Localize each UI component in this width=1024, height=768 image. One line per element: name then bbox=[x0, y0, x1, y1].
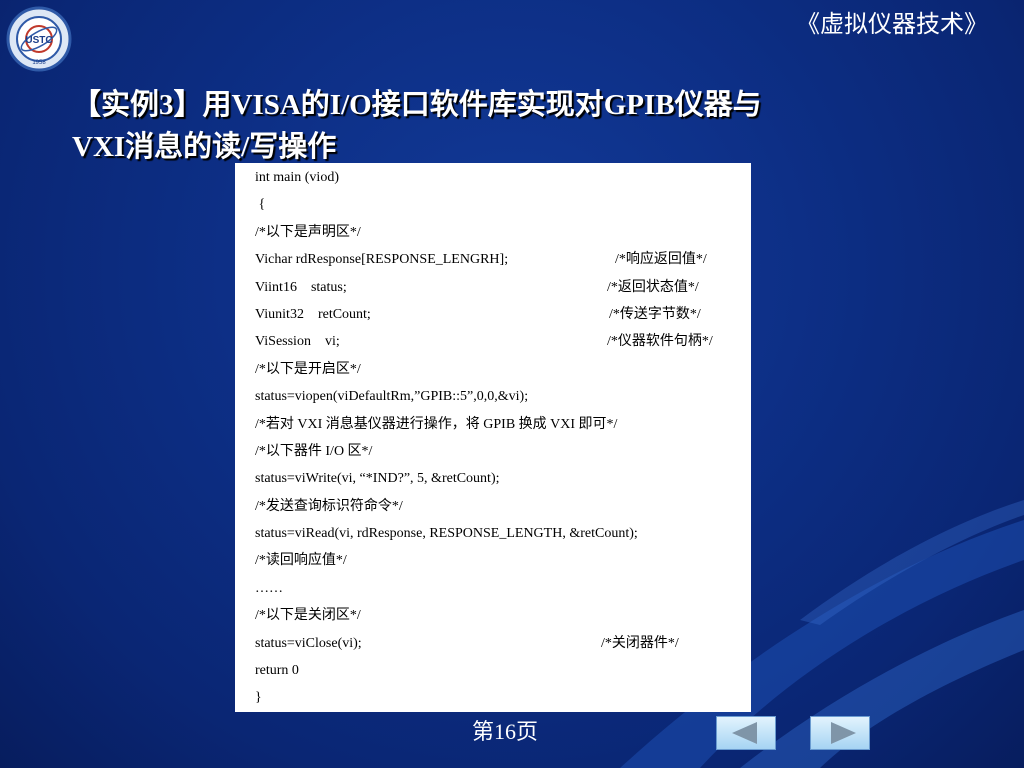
code-line: /*发送查询标识符命令*/ bbox=[235, 493, 751, 520]
code-line: { bbox=[235, 191, 751, 218]
code-line-text: { bbox=[255, 197, 266, 213]
code-line-text: status=viopen(viDefaultRm,”GPIB::5”,0,0,… bbox=[255, 389, 529, 405]
code-line: ViSession vi; /*仪器软件句柄*/ bbox=[235, 328, 751, 355]
code-line: Vichar rdResponse[RESPONSE_LENGRH]; /*响应返… bbox=[235, 246, 751, 273]
slide-title-line-2: VXI消息的读/写操作 bbox=[72, 131, 337, 163]
code-line: /*以下是声明区*/ bbox=[235, 219, 751, 246]
page-number: 第16页 bbox=[472, 719, 539, 744]
code-line-text: Viunit32 retCount; bbox=[255, 306, 371, 322]
code-line-text: } bbox=[255, 690, 262, 706]
slide-title-line-1: 【实例3】用VISA的I/O接口软件库实现对GPIB仪器与 bbox=[72, 89, 762, 121]
code-line-text: status=viClose(vi); bbox=[255, 635, 362, 651]
code-line-text: /*读回响应值*/ bbox=[255, 553, 347, 569]
previous-slide-button[interactable] bbox=[716, 716, 776, 750]
slide-title: 【实例3】用VISA的I/O接口软件库实现对GPIB仪器与 VXI消息的读/写操… bbox=[72, 84, 952, 168]
next-slide-button[interactable] bbox=[810, 716, 870, 750]
code-line-text: status=viRead(vi, rdResponse, RESPONSE_L… bbox=[255, 526, 638, 542]
code-line-text: ViSession vi; bbox=[255, 334, 340, 350]
code-line-comment: /*响应返回值*/ bbox=[615, 252, 707, 268]
code-line-text: Vichar rdResponse[RESPONSE_LENGRH]; bbox=[255, 252, 509, 268]
arrow-left-icon bbox=[732, 722, 757, 744]
code-line: status=viopen(viDefaultRm,”GPIB::5”,0,0,… bbox=[235, 383, 751, 410]
code-line-text: Viint16 status; bbox=[255, 279, 347, 295]
code-line-comment: /*传送字节数*/ bbox=[609, 306, 701, 322]
code-line: int main (viod) bbox=[235, 164, 751, 191]
code-line-text: /*以下器件 I/O 区*/ bbox=[255, 443, 373, 459]
code-line-text: int main (viod) bbox=[255, 170, 339, 185]
svg-text:USTC: USTC bbox=[25, 35, 52, 46]
code-line-text: /*以下是开启区*/ bbox=[255, 361, 361, 377]
svg-text:1958: 1958 bbox=[32, 60, 46, 66]
code-line-text: /*以下是声明区*/ bbox=[255, 224, 361, 240]
code-line: /*读回响应值*/ bbox=[235, 547, 751, 574]
code-line: } bbox=[235, 684, 751, 711]
code-line-text: /*发送查询标识符命令*/ bbox=[255, 498, 403, 514]
code-listing: int main (viod) { /*以下是声明区*/ Vichar rdResp… bbox=[235, 163, 751, 712]
code-line: Viunit32 retCount; /*传送字节数*/ bbox=[235, 301, 751, 328]
code-line: Viint16 status; /*返回状态值*/ bbox=[235, 274, 751, 301]
code-line-text: status=viWrite(vi, “*IND?”, 5, &retCount… bbox=[255, 471, 500, 487]
code-line: status=viWrite(vi, “*IND?”, 5, &retCount… bbox=[235, 465, 751, 492]
code-line-text: /*以下是关闭区*/ bbox=[255, 608, 361, 624]
code-line-comment: /*关闭器件*/ bbox=[601, 635, 679, 651]
code-line-text: …… bbox=[255, 580, 283, 596]
code-line: status=viClose(vi); /*关闭器件*/ bbox=[235, 630, 751, 657]
code-line-text: return 0 bbox=[255, 663, 299, 679]
code-line: …… bbox=[235, 575, 751, 602]
arrow-right-icon bbox=[831, 722, 856, 744]
code-line-comment: /*仪器软件句柄*/ bbox=[607, 334, 713, 350]
code-line-text: /*若对 VXI 消息基仪器进行操作，将 GPIB 换成 VXI 即可*/ bbox=[255, 416, 618, 432]
course-title: 《虚拟仪器技术》 bbox=[796, 12, 988, 38]
code-line: /*若对 VXI 消息基仪器进行操作，将 GPIB 换成 VXI 即可*/ bbox=[235, 411, 751, 438]
code-line: /*以下是关闭区*/ bbox=[235, 602, 751, 629]
code-line: /*以下器件 I/O 区*/ bbox=[235, 438, 751, 465]
university-logo: USTC 1958 bbox=[6, 6, 72, 72]
code-line: /*以下是开启区*/ bbox=[235, 356, 751, 383]
code-line: status=viRead(vi, rdResponse, RESPONSE_L… bbox=[235, 520, 751, 547]
code-line-comment: /*返回状态值*/ bbox=[607, 279, 699, 295]
code-line: return 0 bbox=[235, 657, 751, 684]
